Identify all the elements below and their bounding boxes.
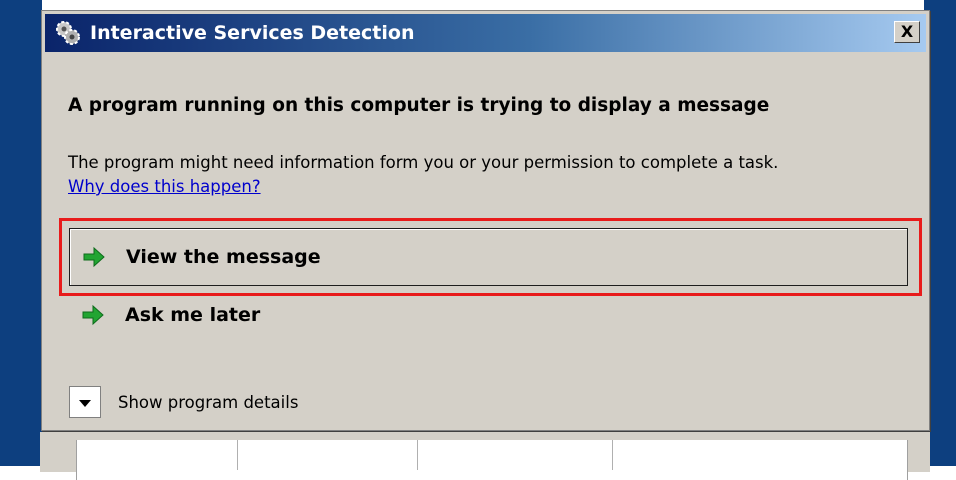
- close-button[interactable]: X: [894, 21, 920, 43]
- view-the-message-label: View the message: [126, 246, 321, 268]
- desktop-background-left: [0, 0, 42, 466]
- show-details-toggle[interactable]: [69, 386, 101, 418]
- background-table: [76, 440, 908, 480]
- dialog-description: The program might need information form …: [68, 153, 779, 172]
- chevron-down-icon: [78, 393, 92, 412]
- window-title: Interactive Services Detection: [90, 22, 415, 44]
- interactive-services-dialog: Interactive Services Detection X A progr…: [41, 10, 930, 431]
- title-bar[interactable]: Interactive Services Detection X: [45, 14, 926, 52]
- why-does-this-happen-link[interactable]: Why does this happen?: [68, 177, 261, 196]
- ask-me-later-label: Ask me later: [125, 304, 261, 326]
- dialog-heading: A program running on this computer is tr…: [68, 95, 770, 116]
- view-the-message-button[interactable]: View the message: [69, 228, 908, 286]
- green-arrow-icon: [82, 246, 106, 268]
- services-gear-icon: [55, 20, 81, 46]
- ask-me-later-button[interactable]: Ask me later: [69, 295, 260, 335]
- show-program-details-label[interactable]: Show program details: [118, 393, 298, 412]
- green-arrow-icon: [81, 304, 105, 326]
